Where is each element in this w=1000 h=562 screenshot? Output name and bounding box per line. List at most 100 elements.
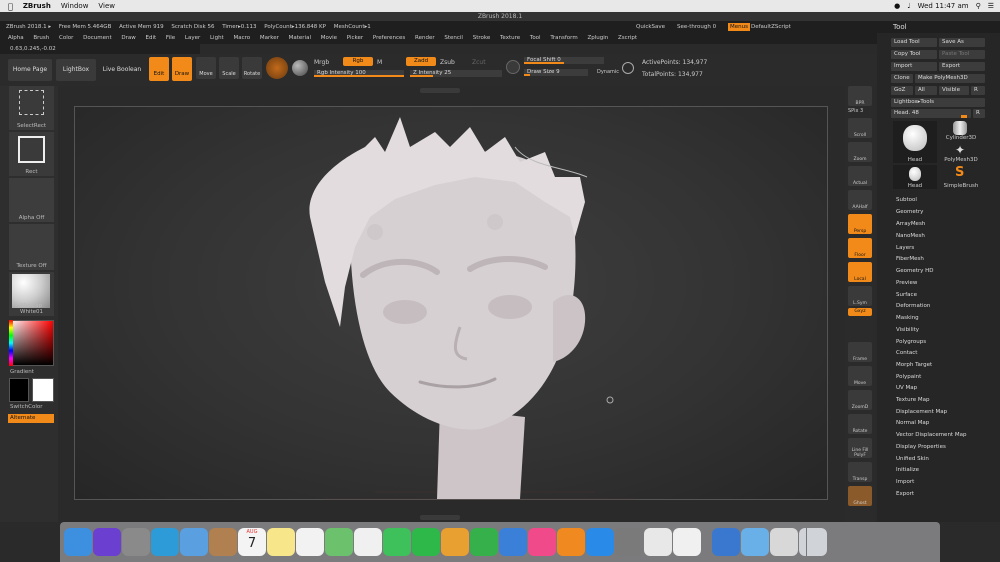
subpalette-deformation[interactable]: Deformation bbox=[896, 303, 930, 309]
switch-color-button[interactable]: SwitchColor bbox=[10, 404, 43, 410]
subpalette-uv-map[interactable]: UV Map bbox=[896, 385, 917, 391]
see-through-slider[interactable]: See-through 0 bbox=[677, 21, 716, 33]
finder-icon[interactable] bbox=[64, 528, 92, 556]
material-slot[interactable]: MatCap White01 bbox=[9, 272, 54, 316]
menu-zscript[interactable]: Zscript bbox=[618, 35, 637, 41]
polyf-button[interactable]: Line Fill PolyF bbox=[848, 438, 872, 458]
tool-palette-title[interactable]: Tool bbox=[877, 21, 1000, 33]
edit-button[interactable]: Edit bbox=[149, 57, 169, 81]
transp-button[interactable]: Transp bbox=[848, 462, 872, 482]
photos-icon[interactable] bbox=[354, 528, 382, 556]
menu-document[interactable]: Document bbox=[83, 35, 112, 41]
top-canvas-handle[interactable] bbox=[420, 88, 460, 93]
subpalette-display-properties[interactable]: Display Properties bbox=[896, 444, 946, 450]
subpalette-nanomesh[interactable]: NanoMesh bbox=[896, 233, 925, 239]
menu-material[interactable]: Material bbox=[289, 35, 311, 41]
document-canvas[interactable] bbox=[74, 106, 828, 500]
subpalette-import[interactable]: Import bbox=[896, 479, 914, 485]
menu-brush[interactable]: Brush bbox=[33, 35, 49, 41]
subpalette-vector-displacement-map[interactable]: Vector Displacement Map bbox=[896, 432, 966, 438]
draw-button[interactable]: Draw bbox=[172, 57, 192, 81]
import-button[interactable]: Import bbox=[891, 62, 937, 71]
tool-thumb-head-small[interactable]: Head bbox=[893, 165, 937, 189]
move-button[interactable]: Move bbox=[196, 57, 216, 79]
gradient-label[interactable]: Gradient bbox=[10, 369, 34, 375]
rotate-view-button[interactable]: Rotate bbox=[848, 414, 872, 434]
zbrush-icon[interactable] bbox=[673, 528, 701, 556]
texture-slot[interactable]: Texture Off bbox=[9, 224, 54, 270]
select-rect-tool[interactable]: SelectRect bbox=[9, 86, 54, 130]
rgb-intensity-slider[interactable]: Rgb Intensity 100 bbox=[314, 70, 404, 77]
menu-color[interactable]: Color bbox=[59, 35, 73, 41]
spotlight-icon[interactable] bbox=[506, 60, 520, 74]
facetime-icon[interactable] bbox=[412, 528, 440, 556]
scroll-button[interactable]: Scroll bbox=[848, 118, 872, 138]
zoomd-button[interactable]: ZoomD bbox=[848, 390, 872, 410]
launchpad-icon[interactable] bbox=[122, 528, 150, 556]
menu-layer[interactable]: Layer bbox=[185, 35, 200, 41]
menu-light[interactable]: Light bbox=[210, 35, 224, 41]
subpalette-layers[interactable]: Layers bbox=[896, 245, 914, 251]
maps-icon[interactable] bbox=[325, 528, 353, 556]
apple-icon[interactable]:  bbox=[8, 2, 13, 11]
menubar-item-window[interactable]: Window bbox=[61, 2, 89, 10]
tool-thumb-head[interactable]: Head bbox=[893, 121, 937, 163]
mail-icon[interactable] bbox=[180, 528, 208, 556]
subpalette-subtool[interactable]: Subtool bbox=[896, 197, 917, 203]
numbers-icon[interactable] bbox=[470, 528, 498, 556]
subpalette-geometry[interactable]: Geometry bbox=[896, 209, 923, 215]
r2-button[interactable]: R bbox=[973, 109, 985, 118]
menus-toggle[interactable]: Menus bbox=[728, 23, 750, 31]
rect-stroke[interactable]: Rect bbox=[9, 132, 54, 176]
scale-button[interactable]: Scale bbox=[219, 57, 239, 79]
menu-preferences[interactable]: Preferences bbox=[373, 35, 405, 41]
siri-icon[interactable] bbox=[93, 528, 121, 556]
default-zscript-button[interactable]: DefaultZScript bbox=[751, 21, 791, 33]
subpalette-displacement-map[interactable]: Displacement Map bbox=[896, 409, 947, 415]
clock[interactable]: Wed 11:47 am bbox=[918, 2, 969, 10]
menu-edit[interactable]: Edit bbox=[146, 35, 157, 41]
subpalette-surface[interactable]: Surface bbox=[896, 292, 917, 298]
reminders-icon[interactable] bbox=[296, 528, 324, 556]
menu-zplugin[interactable]: Zplugin bbox=[587, 35, 608, 41]
focal-shift-slider[interactable]: Focal Shift 0 bbox=[524, 57, 604, 64]
menu-transform[interactable]: Transform bbox=[550, 35, 577, 41]
draw-size-slider[interactable]: Draw Size 9 bbox=[524, 69, 588, 76]
home-page-button[interactable]: Home Page bbox=[8, 59, 52, 81]
menu-file[interactable]: File bbox=[166, 35, 175, 41]
color-picker[interactable] bbox=[9, 320, 54, 366]
zsub-toggle[interactable]: Zsub bbox=[440, 59, 455, 66]
zcut-toggle[interactable]: Zcut bbox=[472, 59, 486, 66]
quicksave-button[interactable]: QuickSave bbox=[636, 21, 665, 33]
lsym-button[interactable]: L.Sym bbox=[848, 286, 872, 306]
folder-icon[interactable] bbox=[741, 528, 769, 556]
subpalette-export[interactable]: Export bbox=[896, 491, 914, 497]
menu-texture[interactable]: Texture bbox=[500, 35, 520, 41]
subpalette-polygroups[interactable]: Polygroups bbox=[896, 339, 926, 345]
subpalette-unified-skin[interactable]: Unified Skin bbox=[896, 456, 929, 462]
local-button[interactable]: Local bbox=[848, 262, 872, 282]
appstore-icon[interactable] bbox=[586, 528, 614, 556]
chrome-icon[interactable] bbox=[644, 528, 672, 556]
alpha-slot[interactable]: Alpha Off bbox=[9, 178, 54, 222]
primary-color-swatch[interactable] bbox=[32, 378, 54, 402]
preview-icon[interactable] bbox=[770, 528, 798, 556]
r-button[interactable]: R bbox=[971, 86, 985, 95]
menu-alpha[interactable]: Alpha bbox=[8, 35, 24, 41]
subpalette-morph-target[interactable]: Morph Target bbox=[896, 362, 932, 368]
export-button[interactable]: Export bbox=[939, 62, 985, 71]
lightbox-tools-button[interactable]: Lightbox▸Tools bbox=[891, 98, 985, 107]
itunes-icon[interactable] bbox=[528, 528, 556, 556]
notes-icon[interactable] bbox=[267, 528, 295, 556]
alternate-toggle[interactable]: Alternate bbox=[8, 414, 54, 423]
frame-button[interactable]: Frame bbox=[848, 342, 872, 362]
gxyz-button[interactable]: Gxyz bbox=[848, 308, 872, 316]
aahalf-button[interactable]: AAHalf bbox=[848, 190, 872, 210]
tool-thumb-simplebrush[interactable]: S SimpleBrush bbox=[939, 165, 983, 189]
subpalette-geometry-hd[interactable]: Geometry HD bbox=[896, 268, 934, 274]
paste-tool-button[interactable]: Paste Tool bbox=[939, 50, 985, 59]
subpalette-normal-map[interactable]: Normal Map bbox=[896, 420, 929, 426]
sculpt-viewport[interactable] bbox=[75, 107, 829, 501]
menu-movie[interactable]: Movie bbox=[321, 35, 337, 41]
subpalette-initialize[interactable]: Initialize bbox=[896, 467, 919, 473]
